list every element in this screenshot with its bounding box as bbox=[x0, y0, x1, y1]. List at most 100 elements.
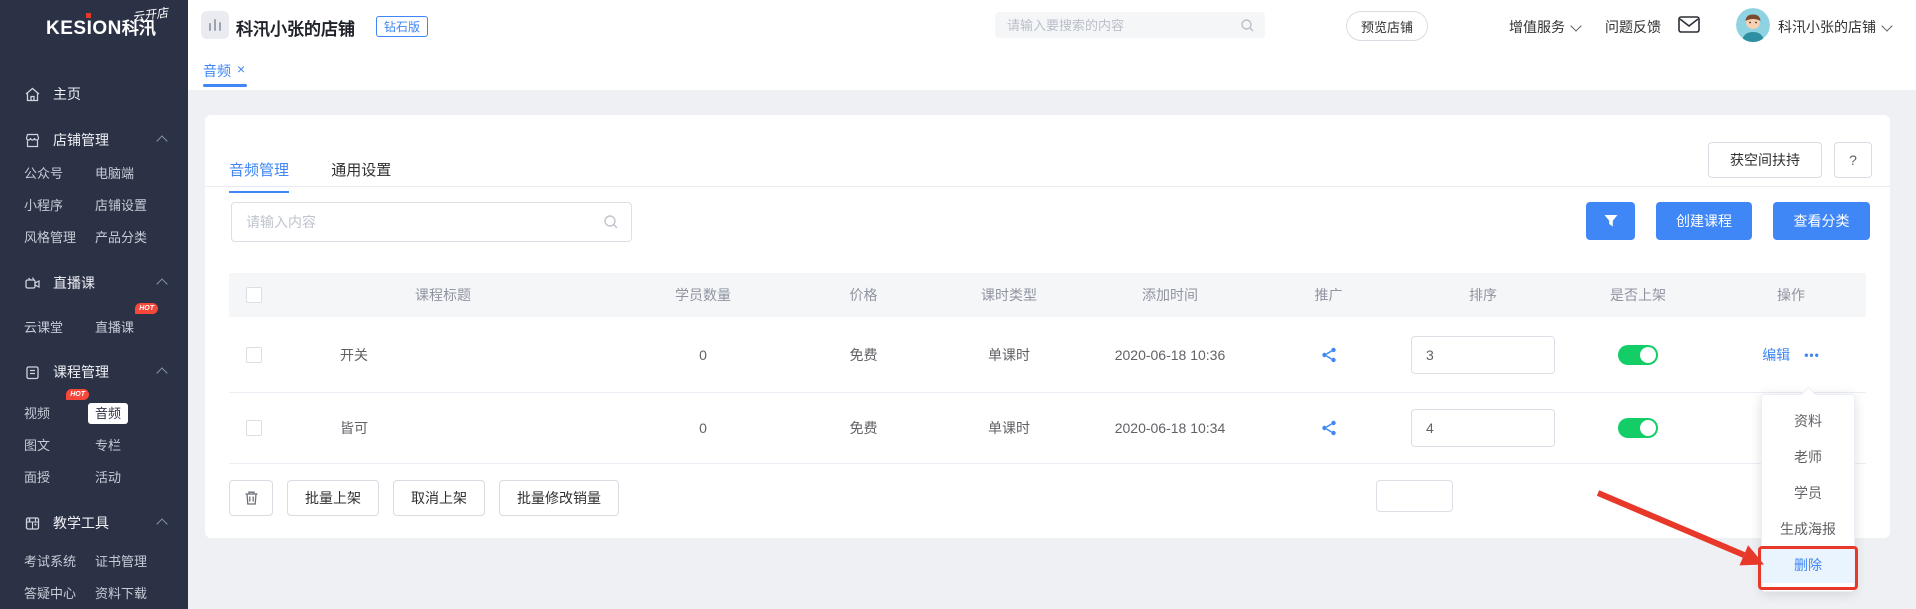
sidebar-item-pc[interactable]: 电脑端 bbox=[95, 163, 176, 182]
col-lesson-type: 课时类型 bbox=[981, 287, 1037, 303]
listed-toggle-on[interactable] bbox=[1618, 418, 1658, 438]
course-title: 皆可 bbox=[340, 420, 368, 436]
chevron-down-icon bbox=[1881, 20, 1893, 32]
menu-item-delete[interactable]: 删除 bbox=[1762, 547, 1854, 583]
home-icon bbox=[25, 87, 40, 101]
screen: { "colors":{"accent":"#3f86f6","toggle_g… bbox=[0, 0, 1916, 609]
sidebar-item-offline[interactable]: 面授 bbox=[24, 467, 95, 486]
header-search-input[interactable] bbox=[995, 17, 1240, 33]
sidebar-item-article[interactable]: 图文 bbox=[24, 435, 95, 454]
section-label: 店铺管理 bbox=[53, 132, 109, 148]
kesion-logo[interactable]: KESION科汛 云开店 bbox=[46, 6, 169, 40]
store-icon bbox=[201, 11, 229, 39]
batch-edit-sales-button[interactable]: 批量修改销量 bbox=[499, 480, 619, 516]
help-button[interactable]: ? bbox=[1834, 142, 1872, 178]
select-all-checkbox[interactable] bbox=[245, 287, 262, 303]
open-tabs-bar: 音频 × bbox=[188, 50, 1916, 90]
share-icon[interactable] bbox=[1321, 420, 1337, 436]
account-menu[interactable]: 科汛小张的店铺 bbox=[1778, 17, 1893, 37]
row-checkbox[interactable] bbox=[245, 420, 262, 436]
partial-hidden-control[interactable] bbox=[1376, 480, 1453, 512]
sort-input[interactable] bbox=[1411, 409, 1555, 447]
sidebar-section-live[interactable]: 直播课 bbox=[24, 273, 168, 293]
section-label: 课程管理 bbox=[53, 364, 109, 380]
search-icon[interactable] bbox=[1240, 18, 1255, 33]
col-students: 学员数量 bbox=[675, 287, 731, 303]
course-icon bbox=[26, 365, 39, 379]
share-icon[interactable] bbox=[1321, 347, 1337, 363]
sidebar-item-home[interactable]: 主页 bbox=[24, 84, 81, 104]
link-label: 直播课 bbox=[95, 320, 135, 335]
menu-item-teacher[interactable]: 老师 bbox=[1762, 439, 1854, 475]
tab-audio[interactable]: 音频 bbox=[203, 61, 231, 81]
brand-text: KESION bbox=[46, 18, 122, 39]
mail-icon[interactable] bbox=[1678, 16, 1700, 38]
search-icon[interactable] bbox=[603, 214, 619, 230]
menu-item-students[interactable]: 学员 bbox=[1762, 475, 1854, 511]
avatar-image bbox=[1736, 8, 1770, 42]
sidebar-item-official-account[interactable]: 公众号 bbox=[24, 163, 95, 182]
sidebar-item-certificate[interactable]: 证书管理 bbox=[95, 551, 176, 570]
value-added-services-menu[interactable]: 增值服务 bbox=[1509, 17, 1582, 37]
bar-chart-icon bbox=[209, 19, 221, 31]
top-header: 科汛小张的店铺 钻石版 预览店铺 增值服务 问题反馈 科汛小张的店铺 bbox=[188, 0, 1916, 51]
sidebar-item-miniprogram[interactable]: 小程序 bbox=[24, 195, 95, 214]
menu-item-materials[interactable]: 资料 bbox=[1762, 403, 1854, 439]
more-actions-icon[interactable]: ••• bbox=[1804, 348, 1820, 362]
close-tab-icon[interactable]: × bbox=[237, 61, 245, 77]
edit-link[interactable]: 编辑 bbox=[1762, 345, 1790, 365]
row-checkbox[interactable] bbox=[245, 346, 262, 363]
tools-icon bbox=[25, 516, 40, 530]
sidebar-section-course[interactable]: 课程管理 bbox=[24, 362, 168, 382]
row-actions-dropdown: 资料 老师 学员 生成海报 删除 bbox=[1761, 386, 1855, 592]
sidebar-item-store-settings[interactable]: 店铺设置 bbox=[95, 195, 176, 214]
sidebar-item-qa[interactable]: 答疑中心 bbox=[24, 583, 95, 602]
sidebar-item-audio-active[interactable]: 音频 bbox=[88, 403, 176, 424]
batch-unlist-button[interactable]: 取消上架 bbox=[393, 480, 485, 516]
panel-tabs: 音频管理 通用设置 bbox=[229, 159, 391, 193]
preview-store-button[interactable]: 预览店铺 bbox=[1346, 11, 1428, 41]
sidebar-item-exam[interactable]: 考试系统 bbox=[24, 551, 95, 570]
feedback-link[interactable]: 问题反馈 bbox=[1605, 17, 1661, 37]
col-price: 价格 bbox=[849, 287, 878, 303]
sidebar-item-activity[interactable]: 活动 bbox=[95, 467, 176, 486]
sidebar-item-video[interactable]: 视频 HOT bbox=[24, 389, 95, 422]
sidebar-home-label: 主页 bbox=[53, 86, 81, 102]
sort-input[interactable] bbox=[1411, 335, 1555, 374]
sidebar-item-download[interactable]: 资料下载 bbox=[95, 583, 176, 602]
tabs-divider bbox=[205, 186, 1890, 187]
sidebar-section-store[interactable]: 店铺管理 bbox=[24, 130, 168, 150]
view-categories-button[interactable]: 查看分类 bbox=[1773, 202, 1870, 240]
plan-badge: 钻石版 bbox=[376, 16, 429, 37]
hot-badge: HOT bbox=[135, 303, 158, 314]
table-search-input[interactable] bbox=[232, 214, 603, 230]
sidebar-section-tools[interactable]: 教学工具 bbox=[24, 513, 168, 533]
sidebar-item-cloud-class[interactable]: 云课堂 bbox=[24, 317, 95, 336]
batch-list-button[interactable]: 批量上架 bbox=[287, 480, 379, 516]
filter-button[interactable] bbox=[1586, 202, 1635, 240]
lesson-type: 单课时 bbox=[988, 420, 1030, 436]
active-tab-underline bbox=[203, 84, 247, 87]
listed-toggle-on[interactable] bbox=[1618, 344, 1658, 365]
create-course-button[interactable]: 创建课程 bbox=[1656, 202, 1752, 240]
header-search bbox=[995, 12, 1265, 38]
get-space-support-button[interactable]: 获空间扶持 bbox=[1708, 142, 1822, 178]
sidebar-item-style[interactable]: 风格管理 bbox=[24, 227, 95, 246]
funnel-icon bbox=[1604, 215, 1617, 227]
sidebar-item-product-category[interactable]: 产品分类 bbox=[95, 227, 176, 246]
tab-audio-management[interactable]: 音频管理 bbox=[229, 159, 290, 193]
menu-item-generate-poster[interactable]: 生成海报 bbox=[1762, 511, 1854, 547]
shop-icon bbox=[25, 133, 40, 147]
sidebar-item-live-course[interactable]: 直播课 HOT bbox=[95, 303, 176, 336]
course-links: 视频 HOT 音频 图文 专栏 面授 活动 bbox=[24, 389, 176, 486]
batch-delete-button[interactable] bbox=[229, 480, 273, 516]
account-name: 科汛小张的店铺 bbox=[1778, 19, 1876, 35]
chevron-up-icon bbox=[156, 518, 168, 530]
chevron-up-icon bbox=[156, 367, 168, 379]
avatar[interactable] bbox=[1736, 8, 1770, 42]
live-camera-icon bbox=[25, 276, 40, 289]
trash-icon bbox=[245, 491, 257, 505]
store-links: 公众号 电脑端 小程序 店铺设置 风格管理 产品分类 bbox=[24, 163, 176, 246]
sidebar-item-column[interactable]: 专栏 bbox=[95, 435, 176, 454]
sidebar: KESION科汛 云开店 主页 店铺管理 公众号 电脑端 小程序 店铺设置 风格… bbox=[0, 0, 188, 609]
